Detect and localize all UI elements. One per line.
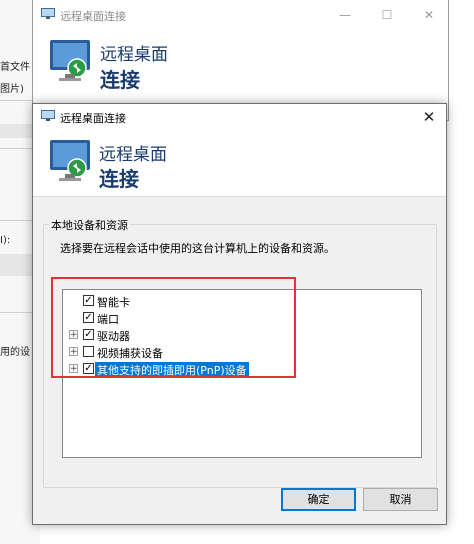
expand-icon[interactable]: + (69, 330, 78, 340)
back-window-title: 远程桌面连接 (60, 10, 126, 23)
dialog-title: 远程桌面连接 (60, 112, 126, 125)
remote-desktop-icon (41, 8, 55, 19)
group-title: 本地设备和资源 (49, 217, 130, 233)
ok-button[interactable]: 确定 (281, 488, 356, 511)
close-button[interactable]: ✕ (410, 0, 448, 30)
tree-item-label: 智能卡 (97, 296, 130, 309)
monitor-icon (50, 40, 90, 81)
ports-checkbox[interactable]: ✓ (83, 312, 94, 323)
remote-desktop-dialog: 远程桌面连接 ✕ 远程桌面 连接 本地设备和资源 选择要在远程会话中使用的这台计… (32, 103, 447, 525)
back-banner-line1: 远程桌面 (100, 45, 168, 65)
tree-item-label: 其他支持的即插即用(PnP)设备 (95, 362, 249, 378)
banner-line2: 连接 (99, 167, 139, 191)
group-description: 选择要在远程会话中使用的这台计算机上的设备和资源。 (60, 242, 335, 255)
tree-item-video-capture[interactable]: + 视频捕获设备 (63, 344, 403, 360)
back-window-titlebar: 远程桌面连接 — ☐ ✕ (33, 0, 448, 30)
dialog-titlebar: 远程桌面连接 ✕ (33, 104, 446, 130)
expand-icon[interactable]: + (69, 364, 78, 374)
tree-item-drives[interactable]: + ✓ 驱动器 (63, 327, 403, 343)
tree-item-label: 端口 (97, 313, 119, 326)
minimize-button[interactable]: — (326, 0, 364, 30)
drives-checkbox[interactable]: ✓ (83, 329, 94, 340)
cancel-button[interactable]: 取消 (363, 488, 438, 511)
tree-item-ports[interactable]: ✓ 端口 (63, 310, 403, 326)
dialog-banner: 远程桌面 连接 (33, 130, 446, 197)
pnp-devices-checkbox[interactable]: ✓ (83, 363, 94, 374)
expand-icon[interactable]: + (69, 347, 78, 357)
tree-item-label: 驱动器 (97, 330, 130, 343)
back-banner-line2: 连接 (100, 68, 140, 92)
tree-item-smartcard[interactable]: ✓ 智能卡 (63, 293, 403, 309)
tree-item-pnp-devices[interactable]: + ✓ 其他支持的即插即用(PnP)设备 (63, 361, 403, 378)
dialog-close-button[interactable]: ✕ (412, 104, 446, 130)
device-tree[interactable]: ✓ 智能卡 ✓ 端口 + ✓ 驱动器 + 视频捕获设备 + ✓ 其他支持的即插即… (62, 289, 422, 458)
tree-item-label: 视频捕获设备 (97, 347, 163, 360)
remote-desktop-icon (41, 110, 55, 121)
banner-line1: 远程桌面 (99, 145, 167, 165)
smartcard-checkbox[interactable]: ✓ (83, 295, 94, 306)
monitor-icon (50, 140, 90, 181)
video-capture-checkbox[interactable] (83, 346, 94, 357)
local-resources-group: 本地设备和资源 选择要在远程会话中使用的这台计算机上的设备和资源。 ✓ 智能卡 … (43, 217, 437, 488)
maximize-button[interactable]: ☐ (368, 0, 406, 30)
